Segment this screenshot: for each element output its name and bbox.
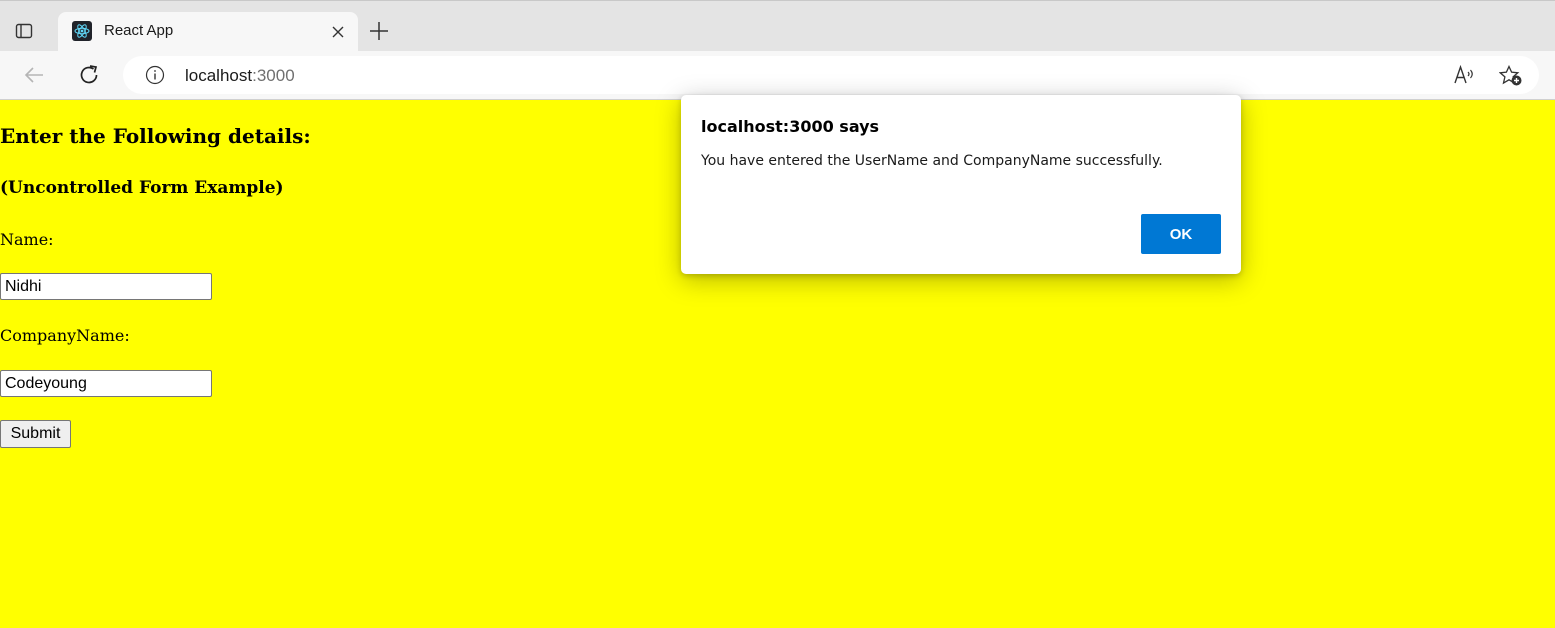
page-subheading: (Uncontrolled Form Example) bbox=[0, 178, 284, 198]
url-host: localhost bbox=[185, 66, 253, 85]
react-logo-icon bbox=[72, 21, 92, 41]
info-icon[interactable] bbox=[145, 65, 165, 85]
url-port: :3000 bbox=[252, 66, 295, 85]
ok-button[interactable]: OK bbox=[1141, 214, 1221, 254]
alert-title: localhost:3000 says bbox=[701, 117, 880, 136]
reload-icon[interactable] bbox=[77, 63, 101, 87]
back-arrow-icon[interactable] bbox=[22, 63, 46, 87]
read-aloud-icon[interactable] bbox=[1454, 64, 1476, 85]
alert-dialog: localhost:3000 says You have entered the… bbox=[681, 95, 1241, 274]
company-name-input[interactable] bbox=[0, 370, 212, 397]
submit-button[interactable]: Submit bbox=[0, 420, 71, 448]
tab-actions-icon[interactable] bbox=[14, 21, 34, 41]
tab-strip: React App bbox=[0, 0, 1555, 53]
address-bar[interactable]: localhost:3000 bbox=[123, 56, 1539, 94]
name-label: Name: bbox=[0, 230, 54, 249]
browser-tab[interactable]: React App bbox=[58, 12, 358, 53]
url-text[interactable]: localhost:3000 bbox=[185, 66, 295, 86]
page-heading: Enter the Following details: bbox=[0, 124, 311, 148]
add-favorite-icon[interactable] bbox=[1498, 64, 1523, 87]
plus-icon[interactable] bbox=[368, 20, 390, 42]
browser-toolbar: localhost:3000 bbox=[0, 51, 1555, 100]
close-icon[interactable] bbox=[330, 24, 346, 40]
name-input[interactable] bbox=[0, 273, 212, 300]
alert-message: You have entered the UserName and Compan… bbox=[701, 153, 1163, 169]
tab-title: React App bbox=[104, 22, 174, 39]
company-name-label: CompanyName: bbox=[0, 326, 130, 345]
